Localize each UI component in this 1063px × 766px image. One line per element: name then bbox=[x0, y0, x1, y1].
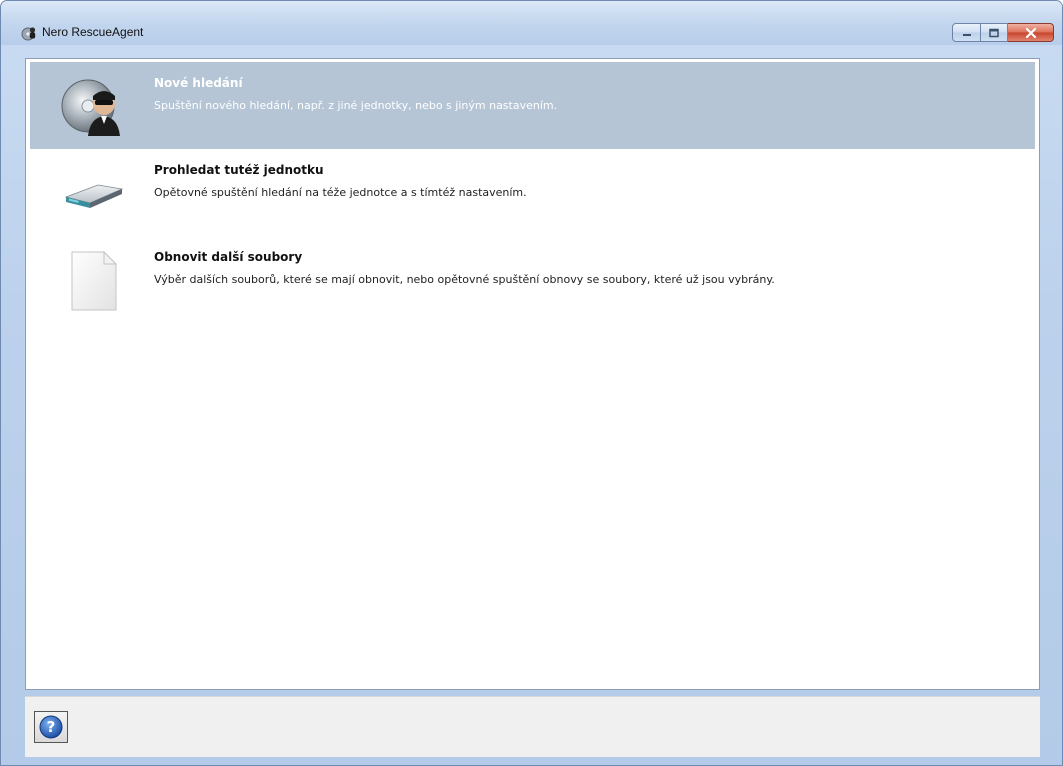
svg-text:?: ? bbox=[47, 718, 56, 736]
options-list: Nové hledání Spuštění nového hledání, na… bbox=[25, 58, 1040, 690]
drive-icon bbox=[64, 184, 124, 208]
option-recover-more-files[interactable]: Obnovit další soubory Výběr dalších soub… bbox=[30, 236, 1035, 323]
app-window: Nero RescueAgent Nové hledání Spuštění n… bbox=[0, 0, 1063, 766]
option-new-search[interactable]: Nové hledání Spuštění nového hledání, na… bbox=[30, 62, 1035, 149]
maximize-icon bbox=[989, 28, 999, 37]
close-button[interactable] bbox=[1008, 23, 1054, 42]
close-icon bbox=[1025, 27, 1036, 38]
option-description: Spuštění nového hledání, např. z jiné je… bbox=[154, 99, 558, 112]
option-title: Prohledat tutéž jednotku bbox=[154, 163, 324, 177]
option-search-same-drive[interactable]: Prohledat tutéž jednotku Opětovné spuště… bbox=[30, 149, 1035, 236]
option-description: Výběr dalších souborů, které se mají obn… bbox=[154, 273, 775, 286]
option-title: Obnovit další soubory bbox=[154, 250, 303, 264]
bottom-bar: ? bbox=[25, 696, 1040, 757]
maximize-button[interactable] bbox=[981, 23, 1008, 42]
help-button[interactable]: ? bbox=[34, 711, 68, 743]
option-title: Nové hledání bbox=[154, 76, 243, 90]
document-icon bbox=[71, 250, 118, 311]
caption-buttons bbox=[952, 23, 1054, 43]
option-description: Opětovné spuštění hledání na téže jednot… bbox=[154, 186, 527, 199]
minimize-icon bbox=[962, 33, 971, 36]
window-title: Nero RescueAgent bbox=[42, 25, 144, 39]
minimize-button[interactable] bbox=[952, 23, 981, 42]
help-icon: ? bbox=[39, 715, 63, 739]
title-bar[interactable]: Nero RescueAgent bbox=[1, 1, 1062, 45]
disc-agent-icon bbox=[61, 79, 120, 136]
app-icon bbox=[21, 27, 36, 41]
